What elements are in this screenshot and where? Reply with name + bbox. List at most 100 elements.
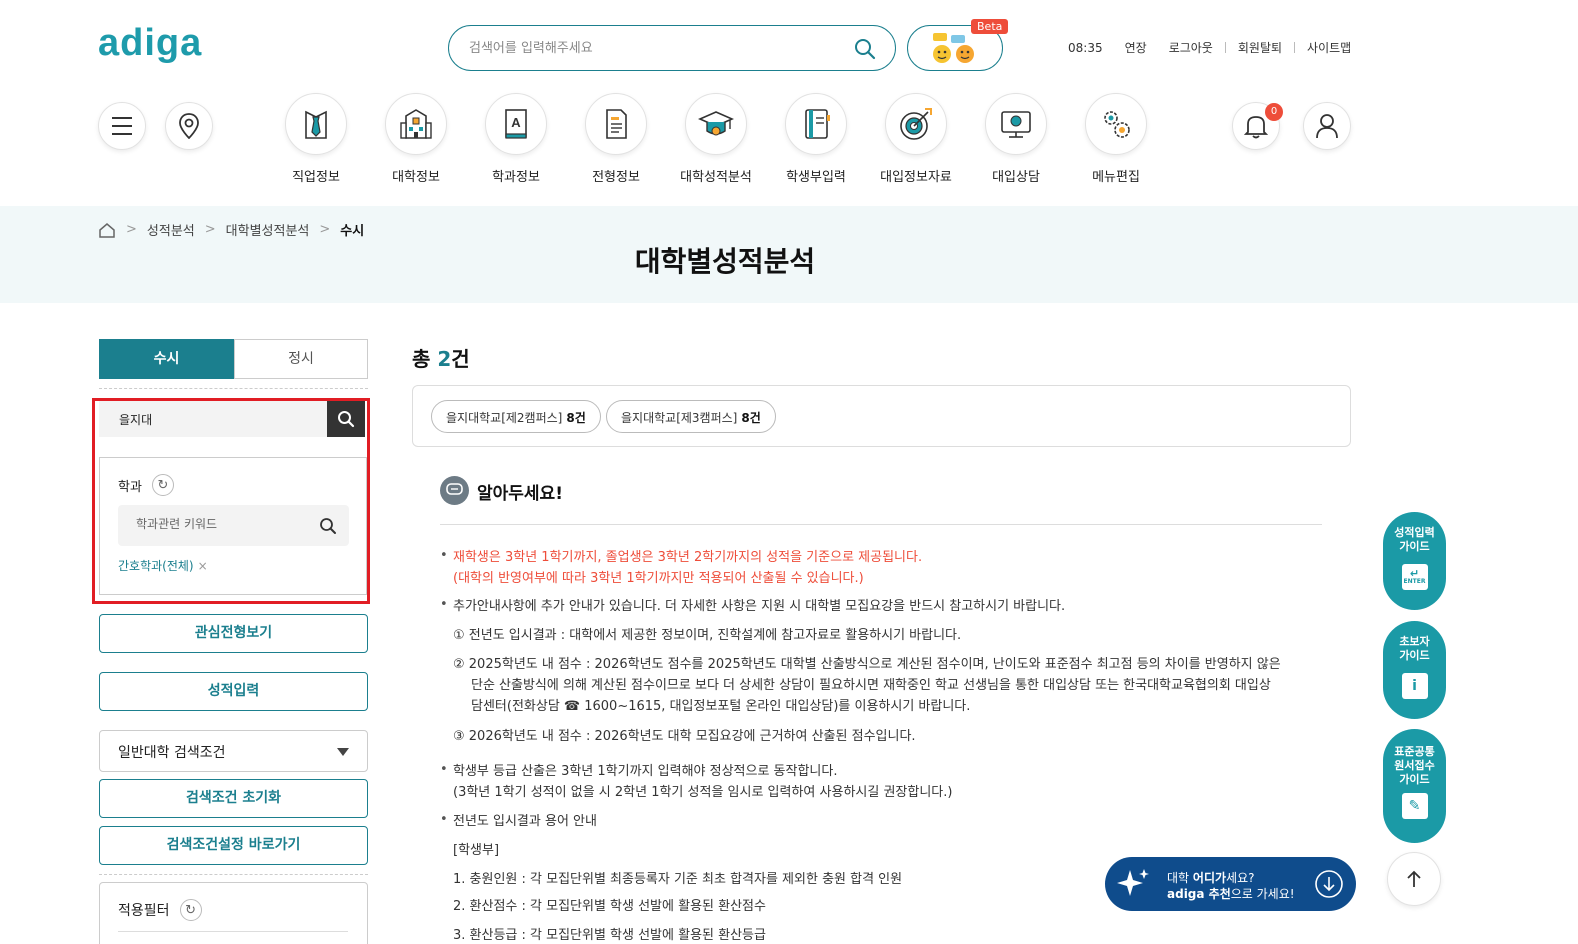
nav-label[interactable]: 대학성적분석	[661, 166, 771, 185]
selected-department-tag: 간호학과(전체) ×	[118, 557, 208, 574]
nav-label[interactable]: 메뉴편집	[1061, 166, 1171, 185]
department-keyword-input[interactable]	[136, 517, 306, 531]
nav-university-grade-analysis[interactable]	[685, 93, 747, 155]
extend-link[interactable]: 연장	[1125, 39, 1147, 56]
notice-line: ② 2025학년도 내 점수 : 2026학년도 점수를 2025학년도 대학별…	[453, 657, 1281, 672]
select-value: 일반대학 검색조건	[118, 745, 226, 761]
notice-line: 전년도 입시결과 용어 안내	[453, 814, 597, 829]
nav-label[interactable]: 대입정보자료	[861, 166, 971, 185]
chatbot-faces-icon	[933, 33, 974, 63]
department-label-text: 학과	[118, 479, 142, 495]
arrow-up-icon	[1407, 870, 1421, 887]
tab-susi[interactable]: 수시	[99, 339, 234, 379]
fab-label: 초보자	[1399, 635, 1430, 648]
chip-count: 8건	[566, 411, 586, 425]
enter-key-icon: ↵ ENTER	[1401, 564, 1428, 590]
enter-key-text: ENTER	[1403, 578, 1426, 585]
nav-job-info[interactable]	[285, 93, 347, 155]
beta-badge: Beta	[971, 19, 1009, 34]
search-icon[interactable]	[319, 517, 337, 535]
result-chip[interactable]: 을지대학교[제2캠퍼스] 8건	[431, 400, 601, 433]
total-suffix: 건	[451, 347, 470, 371]
nav-menu-edit[interactable]	[1085, 93, 1147, 155]
target-icon	[900, 108, 932, 140]
refresh-icon[interactable]: ↻	[179, 899, 202, 921]
scroll-top-button[interactable]	[1387, 852, 1441, 906]
university-search-input[interactable]: 을지대	[99, 401, 327, 437]
nav-label[interactable]: 학생부입력	[761, 166, 871, 185]
divider	[1294, 42, 1296, 53]
nav-label[interactable]: 직업정보	[261, 166, 371, 185]
search-icon[interactable]	[853, 37, 877, 61]
notice-title: 알아두세요!	[477, 484, 563, 504]
nav-label[interactable]: 대학정보	[361, 166, 471, 185]
breadcrumb-item[interactable]: 성적분석	[147, 220, 195, 239]
result-total: 총 2건	[412, 343, 470, 372]
nav-admission-type[interactable]	[585, 93, 647, 155]
university-search-button[interactable]	[327, 401, 365, 437]
logout-link[interactable]: 로그아웃	[1169, 39, 1213, 56]
my-page-button[interactable]	[1303, 102, 1351, 150]
nav-label[interactable]: 대입상담	[961, 166, 1071, 185]
chevron-right-icon: >	[126, 222, 137, 237]
adiga-recommend-banner[interactable]: 대학 어디가세요? adiga 추천으로 가세요!	[1105, 857, 1356, 911]
bullet: •	[440, 762, 448, 777]
applied-filter-label: 적용필터 ↻	[118, 899, 202, 921]
nav-admission-materials[interactable]	[885, 93, 947, 155]
close-icon[interactable]: ×	[198, 559, 208, 573]
nav-label[interactable]: 학과정보	[461, 166, 571, 185]
location-button[interactable]	[165, 102, 213, 150]
building-icon	[400, 109, 432, 139]
home-icon[interactable]	[98, 222, 116, 238]
applied-filter-text: 적용필터	[118, 903, 170, 919]
department-keyword-field	[118, 505, 349, 546]
nav-department-info[interactable]: A	[485, 93, 547, 155]
reco-text: 세요?	[1226, 871, 1255, 885]
nav-school-record-input[interactable]	[785, 93, 847, 155]
tab-jeongsi[interactable]: 정시	[234, 339, 368, 379]
interest-admission-button[interactable]: 관심전형보기	[99, 614, 368, 653]
recommend-line-2: adiga 추천으로 가세요!	[1167, 885, 1295, 902]
nav-admission-counseling[interactable]	[985, 93, 1047, 155]
refresh-icon[interactable]: ↻	[151, 474, 174, 496]
menu-button[interactable]	[98, 102, 146, 150]
nav-label[interactable]: 전형정보	[561, 166, 671, 185]
global-search	[448, 25, 896, 71]
gear-icon	[1104, 111, 1130, 138]
bullet: •	[440, 812, 448, 827]
adiga-logo[interactable]: adiga	[98, 22, 202, 65]
info-book-icon: i	[1401, 673, 1428, 699]
grade-input-button[interactable]: 성적입력	[99, 672, 368, 711]
divider	[99, 388, 368, 389]
divider	[99, 874, 368, 875]
sitemap-link[interactable]: 사이트맵	[1307, 39, 1351, 56]
reset-conditions-button[interactable]: 검색조건 초기화	[99, 779, 368, 818]
withdraw-link[interactable]: 회원탈퇴	[1238, 39, 1282, 56]
notice-line: 학생부 등급 산출은 3학년 1학기까지 입력해야 정상적으로 동작합니다.	[453, 764, 838, 779]
fab-label: 표준공통	[1394, 745, 1435, 758]
fab-label: 원서접수	[1394, 759, 1435, 772]
top-links: 08:35 연장 로그아웃 회원탈퇴 사이트맵	[1068, 39, 1351, 56]
graduation-cap-icon	[698, 111, 734, 136]
breadcrumb-item[interactable]: 대학별성적분석	[226, 220, 310, 239]
fab-label: 성적입력	[1394, 526, 1435, 539]
grade-input-guide-button[interactable]: 성적입력 가이드 ↵ ENTER	[1383, 512, 1446, 610]
sparkle-icon	[1117, 869, 1149, 896]
notice-overflow: 3. 환산등급 : 각 모집단위별 학생 선발에 활용된 환산등급	[453, 925, 1013, 944]
notice-line: ③ 2026학년도 내 점수 : 2026학년도 대학 모집요강에 근거하여 산…	[453, 729, 916, 744]
beginner-guide-button[interactable]: 초보자 가이드 i	[1383, 621, 1446, 719]
tag-label: 간호학과(전체)	[118, 559, 194, 573]
global-search-input[interactable]	[469, 37, 839, 59]
recommend-line-1: 대학 어디가세요?	[1167, 869, 1254, 886]
notice-line: ① 전년도 입시결과 : 대학에서 제공한 정보이며, 진학설계에 참고자료로 …	[453, 628, 962, 643]
nav-university-info[interactable]	[385, 93, 447, 155]
common-application-guide-button[interactable]: 표준공통 원서접수 가이드 ✎	[1383, 729, 1446, 843]
result-chip[interactable]: 을지대학교[제3캠퍼스] 8건	[606, 400, 776, 433]
user-icon	[1316, 114, 1338, 139]
notice-line: 3. 환산등급 : 각 모집단위별 학생 선발에 활용된 환산등급	[453, 928, 766, 943]
goto-condition-settings-button[interactable]: 검색조건설정 바로가기	[99, 826, 368, 865]
fab-label: 가이드	[1399, 540, 1430, 553]
edit-document-icon: ✎	[1401, 793, 1428, 819]
bullet: •	[440, 597, 448, 612]
search-condition-select[interactable]: 일반대학 검색조건	[99, 730, 368, 772]
